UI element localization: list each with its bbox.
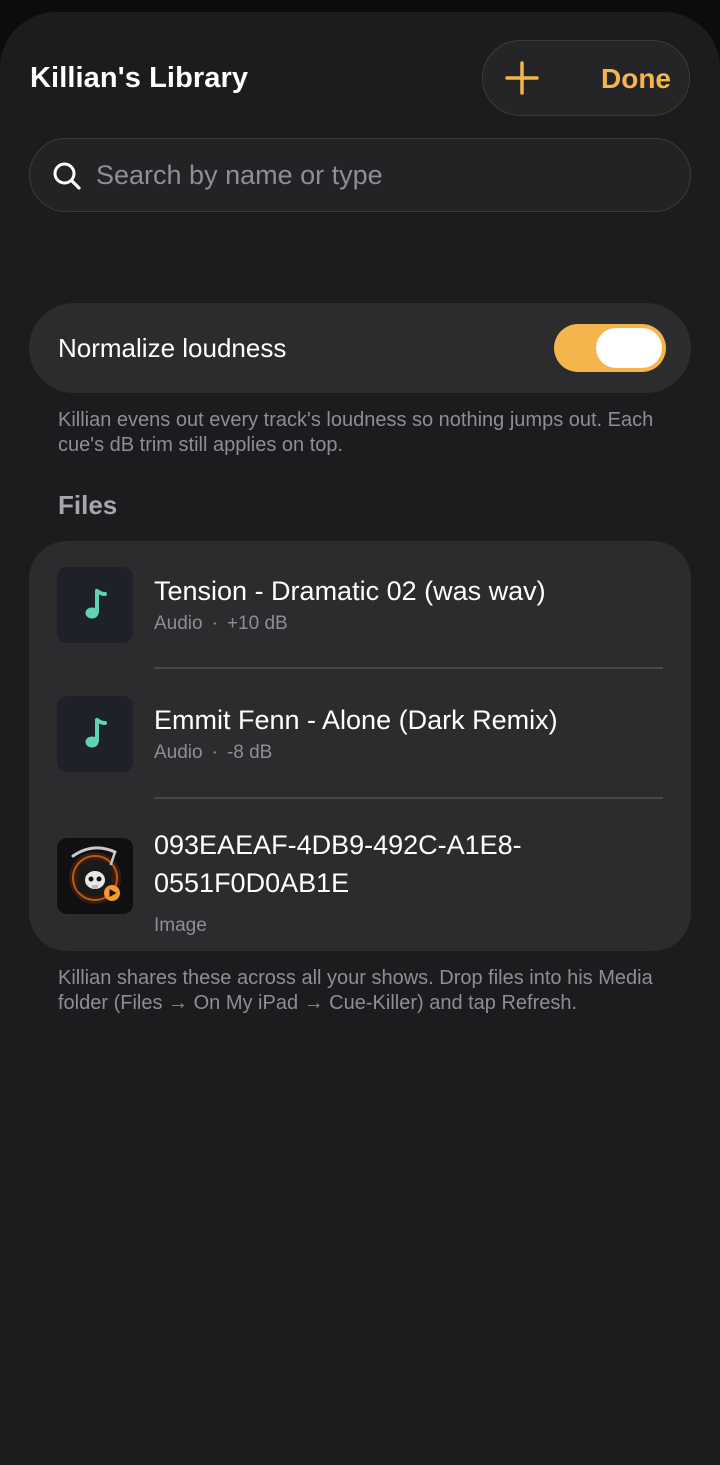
audio-thumbnail [57, 567, 133, 643]
search-icon [53, 162, 81, 190]
meta-separator: · [211, 742, 218, 763]
file-gain: +10 dB [226, 613, 288, 634]
image-thumbnail [57, 838, 133, 914]
file-type: Audio [154, 742, 203, 763]
plus-icon [505, 61, 539, 95]
files-list: Tension - Dramatic 02 (was wav) Audio · +1… [29, 541, 691, 951]
skull-reaper-icon [57, 838, 133, 914]
normalize-footnote: Killian evens out every track's loudness… [58, 409, 654, 456]
file-name: 093EAEAF-4DB9-492C-A1E8-0551F0D0AB1E [154, 830, 522, 898]
music-note-icon [85, 589, 107, 619]
files-section-header: Files [58, 490, 118, 520]
file-meta: Image [154, 915, 207, 937]
header-actions: Done [482, 40, 690, 116]
library-sheet: Killian's Library Done Normalize loudnes… [0, 12, 720, 1465]
audio-thumbnail [57, 696, 133, 772]
meta-separator: · [211, 613, 218, 634]
file-type: Image [154, 915, 207, 936]
file-row[interactable]: Emmit Fenn - Alone (Dark Remix) Audio · -8… [29, 669, 691, 799]
file-row[interactable]: Tension - Dramatic 02 (was wav) Audio · +1… [29, 541, 691, 669]
file-type: Audio [154, 613, 203, 634]
search-bar[interactable] [29, 138, 691, 212]
music-note-icon [85, 718, 107, 748]
normalize-loudness-label: Normalize loudness [58, 333, 287, 363]
normalize-loudness-row: Normalize loudness [29, 303, 691, 393]
file-meta: Audio · -8 dB [154, 742, 272, 764]
file-name: Tension - Dramatic 02 (was wav) [154, 576, 546, 606]
search-input[interactable] [96, 139, 666, 211]
file-row[interactable]: 093EAEAF-4DB9-492C-A1E8-0551F0D0AB1E Ima… [29, 798, 691, 951]
file-meta: Audio · +10 dB [154, 613, 288, 635]
toggle-knob [596, 328, 662, 368]
page-title: Killian's Library [30, 62, 249, 94]
files-footnote: Killian shares these across all your sho… [58, 967, 653, 1014]
file-name: Emmit Fenn - Alone (Dark Remix) [154, 705, 558, 735]
add-button[interactable] [499, 55, 545, 101]
done-button[interactable]: Done [601, 61, 671, 97]
normalize-loudness-toggle[interactable] [554, 324, 666, 372]
file-gain: -8 dB [226, 742, 273, 763]
